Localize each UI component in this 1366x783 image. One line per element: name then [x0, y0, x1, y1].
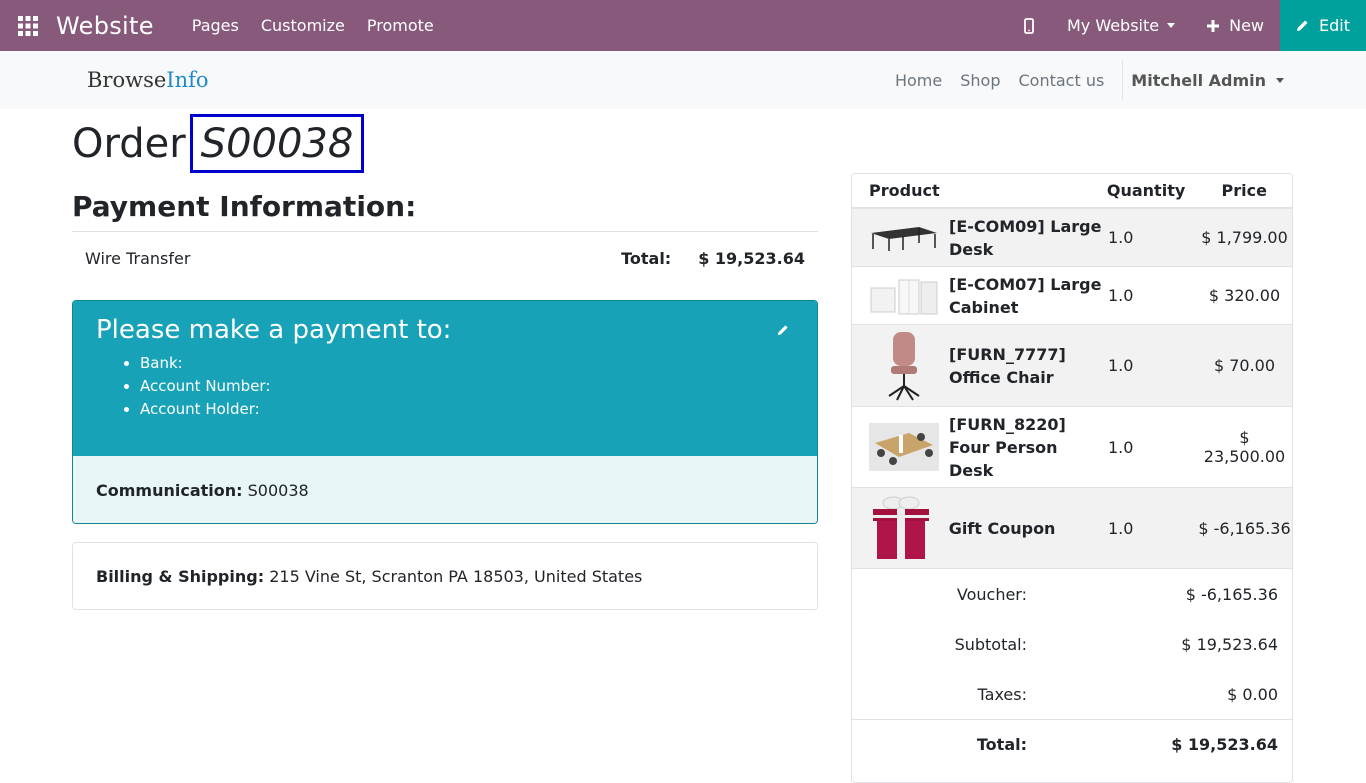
product-qty: 1.0	[1108, 518, 1134, 538]
cabinet-icon	[869, 276, 939, 316]
nav-home[interactable]: Home	[895, 71, 942, 90]
website-brand[interactable]: Website	[56, 12, 154, 40]
table-row: [FURN_7777] Office Chair 1.0 $ 70.00	[852, 325, 1292, 407]
billing-address: 215 Vine St, Scranton PA 18503, United S…	[269, 566, 643, 586]
edit-button[interactable]: Edit	[1280, 0, 1366, 51]
voucher-row: Voucher: $ -6,165.36	[852, 569, 1292, 619]
new-button-label: New	[1229, 16, 1264, 35]
product-qty: 1.0	[1108, 286, 1134, 305]
menu-promote[interactable]: Promote	[367, 16, 434, 35]
user-menu[interactable]: Mitchell Admin	[1131, 71, 1284, 90]
user-name: Mitchell Admin	[1131, 70, 1266, 90]
plus-icon	[1207, 19, 1220, 32]
total-label: Total:	[976, 735, 1027, 754]
chevron-down-icon	[1167, 23, 1176, 28]
order-summary-table: Product Quantity Price [E-COM09] Large D…	[851, 173, 1293, 783]
voucher-value: $ -6,165.36	[1185, 584, 1278, 604]
total-value: $ 19,523.64	[1171, 735, 1278, 754]
bank-details-list: Bank: Account Number: Account Holder:	[140, 352, 794, 421]
chevron-down-icon	[1276, 77, 1284, 83]
payment-instructions-title: Please make a payment to:	[96, 315, 452, 345]
table-row: [E-COM07] Large Cabinet 1.0 $ 320.00	[852, 267, 1292, 325]
apps-grid-icon[interactable]	[0, 0, 55, 51]
mobile-preview-icon[interactable]	[1009, 17, 1049, 34]
communication-row: Communication: S00038	[73, 456, 817, 523]
taxes-row: Taxes: $ 0.00	[852, 669, 1292, 719]
product-qty: 1.0	[1108, 228, 1134, 247]
total-row: Total: $ 19,523.64	[852, 719, 1292, 769]
billing-label: Billing & Shipping:	[96, 566, 265, 586]
communication-value: S00038	[247, 481, 309, 500]
communication-label: Communication:	[96, 481, 243, 500]
payment-total-value: $ 19,523.64	[698, 248, 805, 268]
site-selector[interactable]: My Website	[1066, 16, 1176, 35]
product-qty: 1.0	[1108, 356, 1134, 375]
product-qty: 1.0	[1108, 437, 1134, 457]
product-price: $ 70.00	[1213, 356, 1276, 375]
product-name: Gift Coupon	[948, 518, 1056, 538]
product-name: [FURN_7777] Office Chair	[949, 344, 1066, 387]
site-nav: Home Shop Contact us Mitchell Admin	[895, 60, 1366, 100]
taxes-value: $ 0.00	[1227, 684, 1278, 704]
subtotal-row: Subtotal: $ 19,523.64	[852, 619, 1292, 669]
bank-label: Bank:	[140, 352, 794, 375]
header-quantity: Quantity	[1106, 181, 1186, 200]
divider	[72, 231, 818, 232]
desk-icon	[869, 223, 939, 253]
taxes-label: Taxes:	[977, 684, 1027, 704]
payment-method-row: Wire Transfer Total: $ 19,523.64	[72, 238, 818, 278]
admin-bar: Website Pages Customize Promote My Websi…	[0, 0, 1366, 51]
payment-method: Wire Transfer	[85, 248, 191, 268]
product-name: [E-COM07] Large Cabinet	[949, 274, 1102, 317]
table-header: Product Quantity Price	[852, 174, 1292, 209]
subtotal-label: Subtotal:	[954, 634, 1027, 654]
menu-pages[interactable]: Pages	[192, 16, 239, 35]
site-logo[interactable]: BrowseInfo	[87, 68, 209, 92]
table-row: Gift Coupon 1.0 $ -6,165.36	[852, 488, 1292, 569]
nav-contact-us[interactable]: Contact us	[1018, 71, 1104, 90]
billing-shipping-card: Billing & Shipping: 215 Vine St, Scranto…	[72, 542, 818, 610]
nav-divider	[1122, 60, 1124, 100]
admin-menu: Pages Customize Promote	[192, 16, 434, 35]
site-header: BrowseInfo Home Shop Contact us Mitchell…	[0, 51, 1366, 109]
payment-heading: Payment Information:	[72, 190, 417, 223]
product-price: $ 23,500.00	[1203, 428, 1286, 466]
logo-text-info: Info	[166, 68, 209, 92]
payment-instructions-card: Please make a payment to: Bank: Account …	[72, 300, 818, 524]
nav-shop[interactable]: Shop	[960, 71, 1000, 90]
new-button[interactable]: New	[1207, 16, 1264, 35]
product-price: $ 1,799.00	[1201, 228, 1288, 247]
gift-icon	[869, 495, 939, 561]
subtotal-value: $ 19,523.64	[1181, 634, 1278, 654]
four-person-desk-icon	[869, 423, 939, 471]
header-product: Product	[869, 181, 940, 200]
order-number: S00038	[189, 114, 365, 173]
edit-button-label: Edit	[1319, 16, 1350, 35]
order-label: Order	[72, 120, 186, 167]
voucher-label: Voucher:	[956, 584, 1027, 604]
site-selector-label: My Website	[1066, 16, 1160, 35]
table-row: [E-COM09] Large Desk 1.0 $ 1,799.00	[852, 209, 1292, 267]
payment-total-label: Total:	[621, 248, 672, 268]
table-row: [FURN_8220] Four Person Desk 1.0 $ 23,50…	[852, 407, 1292, 488]
account-holder-label: Account Holder:	[140, 398, 794, 421]
product-price: $ 320.00	[1208, 286, 1281, 305]
menu-customize[interactable]: Customize	[261, 16, 345, 35]
product-name: [E-COM09] Large Desk	[949, 216, 1102, 259]
pencil-icon[interactable]	[777, 321, 789, 340]
account-number-label: Account Number:	[140, 375, 794, 398]
header-price: Price	[1221, 181, 1267, 200]
product-name: [FURN_8220] Four Person Desk	[949, 414, 1066, 480]
product-price: $ -6,165.36	[1198, 518, 1291, 538]
chair-icon	[869, 330, 939, 402]
pencil-icon	[1296, 20, 1308, 32]
page-title: Order S00038	[72, 114, 365, 173]
logo-text-browse: Browse	[87, 68, 167, 92]
